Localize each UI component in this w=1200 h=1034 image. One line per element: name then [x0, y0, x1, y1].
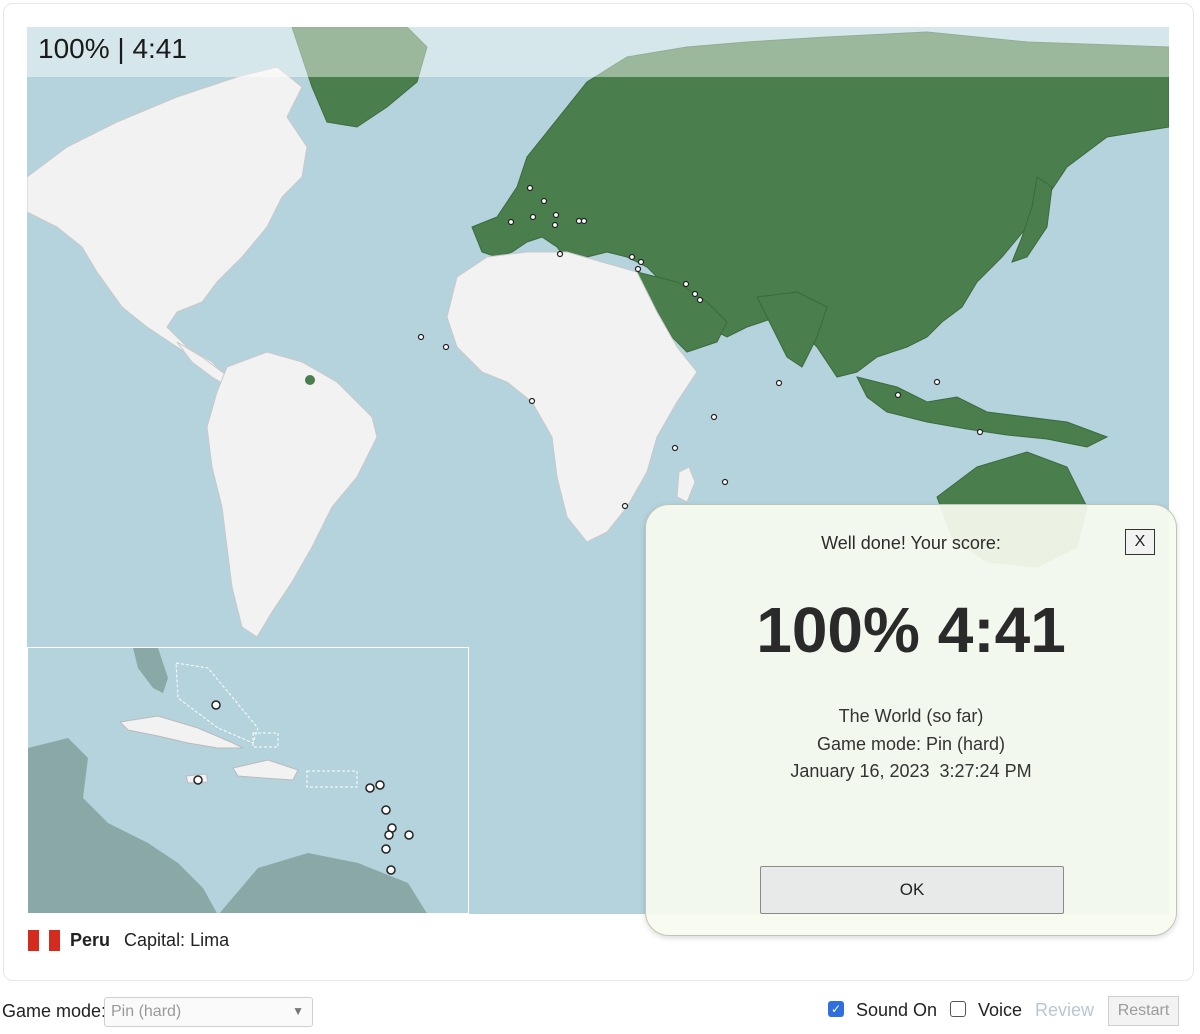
dialog-heading: Well done! Your score: — [821, 533, 1001, 553]
country-name: Peru — [70, 929, 111, 950]
pin-marker — [507, 218, 515, 226]
pin-marker — [386, 865, 396, 875]
pin-marker — [894, 391, 902, 399]
pin-marker — [671, 444, 679, 452]
pin-marker — [682, 280, 690, 288]
pin-marker — [540, 197, 548, 205]
pin-marker — [575, 217, 583, 225]
pin-marker — [417, 333, 425, 341]
pin-marker — [404, 830, 414, 840]
score-dialog: Well done! Your score: X 100% 4:41 The W… — [645, 504, 1177, 936]
close-button[interactable]: X — [1125, 529, 1155, 555]
pin-marker — [696, 296, 704, 304]
south-america-coast[interactable] — [218, 853, 428, 914]
final-score: 100% 4:41 — [756, 594, 1066, 666]
pin-marker — [580, 217, 588, 225]
pin-marker — [552, 211, 560, 219]
caribbean-inset-map[interactable] — [27, 647, 469, 914]
pin-marker — [691, 290, 699, 298]
sound-checkbox[interactable]: ✓ — [828, 1001, 844, 1017]
pin-marker — [637, 258, 645, 266]
pin-marker — [529, 213, 537, 221]
pin-marker — [381, 805, 391, 815]
game-mode-select[interactable]: Pin (hard) ▼ — [104, 997, 313, 1027]
pin-marker — [193, 775, 203, 785]
pin-marker — [634, 265, 642, 273]
hispaniola-land[interactable] — [232, 759, 299, 781]
pin-marker — [775, 379, 783, 387]
restart-button[interactable]: Restart — [1108, 996, 1179, 1026]
turks-caicos-region[interactable] — [252, 732, 279, 748]
game-mode-text: Game mode: Pin (hard) — [816, 733, 1006, 754]
pin-marker — [375, 780, 385, 790]
pin-marker — [365, 783, 375, 793]
controls-bar: Game mode: Pin (hard) ▼ ✓ Sound On Voice… — [0, 994, 1200, 1028]
capital-label: Capital: Lima — [124, 929, 230, 950]
voice-checkbox[interactable] — [950, 1001, 966, 1017]
florida-land[interactable] — [133, 648, 168, 693]
flag-stripe-left — [28, 929, 39, 951]
sound-label[interactable]: Sound On — [856, 1000, 937, 1021]
india-land[interactable] — [756, 291, 828, 368]
flag-stripe-middle — [38, 929, 50, 951]
checkmark-icon: ✓ — [830, 1002, 842, 1016]
madagascar-land[interactable] — [676, 466, 696, 503]
peru-flag-icon — [28, 929, 61, 951]
quiz-name: The World (so far) — [838, 706, 984, 726]
voice-label[interactable]: Voice — [978, 1000, 1022, 1021]
review-link[interactable]: Review — [1035, 1000, 1094, 1021]
pin-marker — [211, 700, 221, 710]
hud-band — [27, 27, 1169, 77]
pin-marker — [384, 830, 394, 840]
ok-button[interactable]: OK — [760, 866, 1064, 914]
chevron-down-icon: ▼ — [292, 1004, 304, 1018]
game-mode-value: Pin (hard) — [111, 1003, 182, 1020]
result-info: The World (so far) Game mode: Pin (hard)… — [646, 703, 1176, 786]
southeast-asia-islands[interactable] — [856, 376, 1109, 448]
pin-marker — [933, 378, 941, 386]
caribbean-inset-svg — [28, 648, 428, 914]
pin-marker — [528, 397, 536, 405]
flag-stripe-right — [49, 929, 61, 951]
close-icon: X — [1134, 533, 1146, 550]
pin-marker — [442, 343, 450, 351]
pin-marker — [721, 478, 729, 486]
current-country: Peru Capital: Lima — [28, 928, 229, 952]
pin-marker — [621, 502, 629, 510]
pin-marker — [710, 413, 718, 421]
south-america-land[interactable] — [206, 351, 378, 638]
hud-score-time: 100% | 4:41 — [38, 33, 187, 64]
pin-marker — [628, 253, 636, 261]
inset-pin-markers — [193, 700, 414, 875]
central-america-land[interactable] — [28, 738, 218, 914]
game-mode-label: Game mode: — [2, 1001, 107, 1021]
pin-marker — [556, 250, 564, 258]
north-america-land[interactable] — [27, 66, 308, 373]
pin-marker — [551, 221, 559, 229]
pin-marker — [381, 844, 391, 854]
french-guiana-land[interactable] — [305, 375, 315, 385]
cuba-land[interactable] — [118, 715, 244, 749]
pin-marker — [976, 428, 984, 436]
timestamp: January 16, 2023 3:27:24 PM — [790, 761, 1032, 781]
pin-marker — [526, 184, 534, 192]
puerto-rico-region[interactable] — [306, 770, 358, 788]
